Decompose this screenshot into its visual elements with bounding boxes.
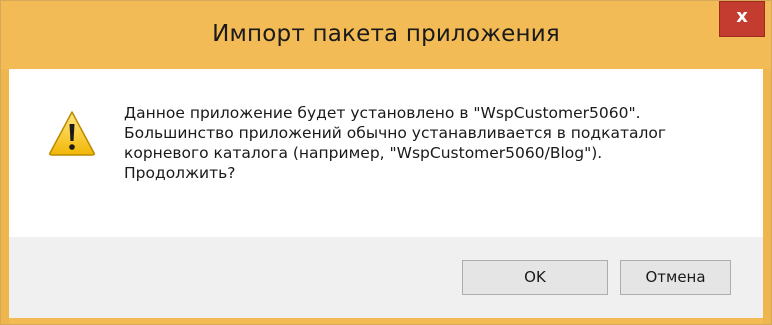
message-line: Большинство приложений обычно устанавлив… xyxy=(124,124,667,142)
ok-button[interactable]: OK xyxy=(462,260,608,295)
warning-icon xyxy=(49,111,95,156)
dialog-body: Данное приложение будет установлено в "W… xyxy=(9,69,763,318)
close-icon: x xyxy=(736,6,748,27)
close-button[interactable]: x xyxy=(719,1,765,37)
message-line: Продолжить? xyxy=(124,164,236,182)
title-bar[interactable]: Импорт пакета приложения x xyxy=(1,1,771,69)
message-line: Данное приложение будет установлено в "W… xyxy=(124,104,641,122)
window-bottom-border xyxy=(9,318,763,324)
cancel-button[interactable]: Отмена xyxy=(620,260,731,295)
button-bar: OK Отмена xyxy=(9,237,763,318)
dialog-window: Импорт пакета приложения x Данное прилож… xyxy=(0,0,772,325)
dialog-title: Импорт пакета приложения xyxy=(212,21,560,47)
message-text: Данное приложение будет установлено в "W… xyxy=(124,103,744,183)
message-line: корневого каталога (например, "WspCustom… xyxy=(124,144,603,162)
